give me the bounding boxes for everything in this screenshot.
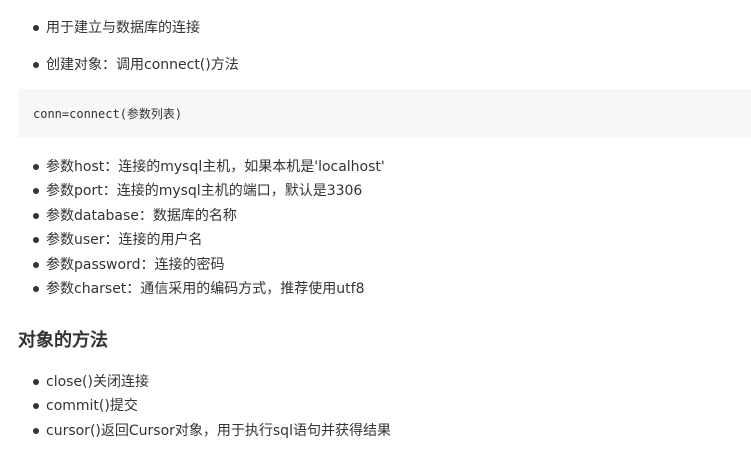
bullet-icon <box>33 25 39 31</box>
list-item: 参数database：数据库的名称 <box>0 204 751 228</box>
list-item: cursor()返回Cursor对象，用于执行sql语句并获得结果 <box>0 419 751 443</box>
bullet-icon <box>33 427 39 434</box>
methods-list: close()关闭连接 commit()提交 cursor()返回Cursor对… <box>0 370 751 443</box>
list-item-text: 参数password：连接的密码 <box>46 256 225 273</box>
list-item-text: 创建对象：调用connect()方法 <box>46 57 239 73</box>
bullet-icon <box>33 403 39 410</box>
bullet-icon <box>33 261 39 268</box>
list-item-text: 参数port：连接的mysql主机的端口，默认是3306 <box>46 183 363 200</box>
document-page: 用于建立与数据库的连接 创建对象：调用connect()方法 conn=conn… <box>0 0 751 456</box>
section-heading: 对象的方法 <box>18 330 108 351</box>
bullet-icon <box>33 379 39 385</box>
bullet-icon <box>33 286 39 293</box>
list-item: close()关闭连接 <box>0 370 751 394</box>
list-item: 参数host：连接的mysql主机，如果本机是'localhost' <box>0 155 751 179</box>
bullet-icon <box>33 164 39 170</box>
list-item-text: commit()提交 <box>46 398 138 415</box>
list-item: 参数password：连接的密码 <box>0 253 751 277</box>
list-item: 参数charset：通信采用的编码方式，推荐使用utf8 <box>0 277 751 301</box>
list-item-text: 参数user：连接的用户名 <box>46 232 203 249</box>
list-item-text: close()关闭连接 <box>46 374 149 390</box>
list-item: 参数user：连接的用户名 <box>0 228 751 252</box>
list-item: commit()提交 <box>0 394 751 418</box>
code-text: conn=connect(参数列表) <box>33 107 183 121</box>
bullet-icon <box>33 188 39 195</box>
bullet-icon <box>33 212 39 219</box>
code-block: conn=connect(参数列表) <box>18 89 751 138</box>
bullet-icon <box>33 62 39 68</box>
list-item-text: 参数database：数据库的名称 <box>46 207 237 224</box>
list-item-text: cursor()返回Cursor对象，用于执行sql语句并获得结果 <box>46 422 391 439</box>
list-item-text: 用于建立与数据库的连接 <box>46 20 200 36</box>
intro-list: 用于建立与数据库的连接 创建对象：调用connect()方法 <box>0 16 751 90</box>
list-item-text: 参数charset：通信采用的编码方式，推荐使用utf8 <box>46 281 365 298</box>
list-item: 创建对象：调用connect()方法 <box>0 53 751 77</box>
bullet-icon <box>33 237 39 244</box>
list-item: 参数port：连接的mysql主机的端口，默认是3306 <box>0 179 751 203</box>
params-list: 参数host：连接的mysql主机，如果本机是'localhost' 参数por… <box>0 155 751 301</box>
list-item: 用于建立与数据库的连接 <box>0 16 751 40</box>
list-item-text: 参数host：连接的mysql主机，如果本机是'localhost' <box>46 159 385 175</box>
